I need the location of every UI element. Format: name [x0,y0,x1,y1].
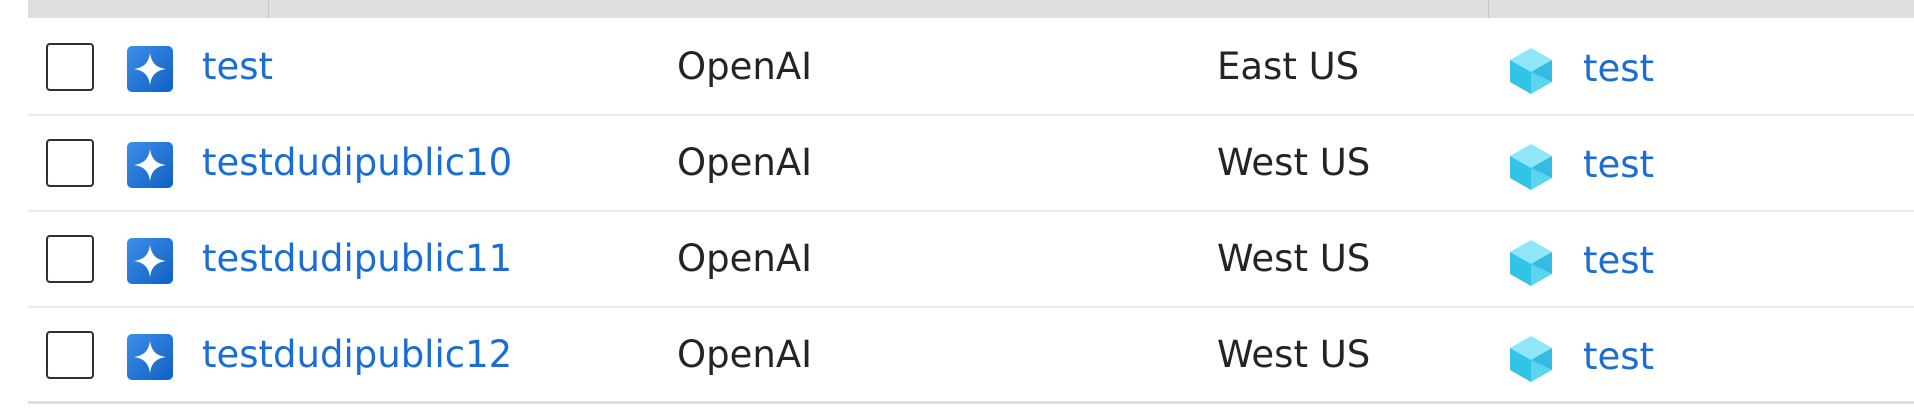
resource-group-cube-icon [1510,48,1552,94]
resource-group-link[interactable]: test [1583,46,1654,92]
resource-kind: OpenAI [677,333,813,376]
resource-group-link[interactable]: test [1583,334,1654,380]
row-select-checkbox[interactable] [46,43,94,91]
resource-kind: OpenAI [677,237,813,280]
row-select-checkbox[interactable] [46,139,94,187]
column-divider [268,0,269,18]
resource-group-cube-icon [1510,336,1552,382]
row-select-checkbox[interactable] [46,235,94,283]
resource-location: West US [1217,141,1371,184]
openai-sparkle-icon [127,142,173,188]
resource-group-cube-icon [1510,144,1552,190]
table-row[interactable]: testdudipublic12 OpenAI West US test [28,308,1914,404]
resource-name-link[interactable]: test [202,44,273,90]
resource-group-cube-icon [1510,240,1552,286]
resource-group-link[interactable]: test [1583,142,1654,188]
resource-location: West US [1217,333,1371,376]
column-divider [1488,0,1489,18]
row-select-checkbox[interactable] [46,331,94,379]
resource-group-link[interactable]: test [1583,238,1654,284]
resource-name-link[interactable]: testdudipublic11 [202,236,512,282]
resource-location: West US [1217,237,1371,280]
resource-kind: OpenAI [677,141,813,184]
column-header-band [28,0,1914,18]
table-row[interactable]: testdudipublic10 OpenAI West US test [28,116,1914,212]
resource-table: test OpenAI East US test testdudipublic1… [28,20,1914,404]
resource-list-page: test OpenAI East US test testdudipublic1… [0,0,1914,414]
table-row[interactable]: testdudipublic11 OpenAI West US test [28,212,1914,308]
openai-sparkle-icon [127,334,173,380]
resource-name-link[interactable]: testdudipublic10 [202,140,512,186]
openai-sparkle-icon [127,46,173,92]
resource-kind: OpenAI [677,45,813,88]
resource-location: East US [1217,45,1360,88]
resource-name-link[interactable]: testdudipublic12 [202,332,512,378]
table-row[interactable]: test OpenAI East US test [28,20,1914,116]
openai-sparkle-icon [127,238,173,284]
